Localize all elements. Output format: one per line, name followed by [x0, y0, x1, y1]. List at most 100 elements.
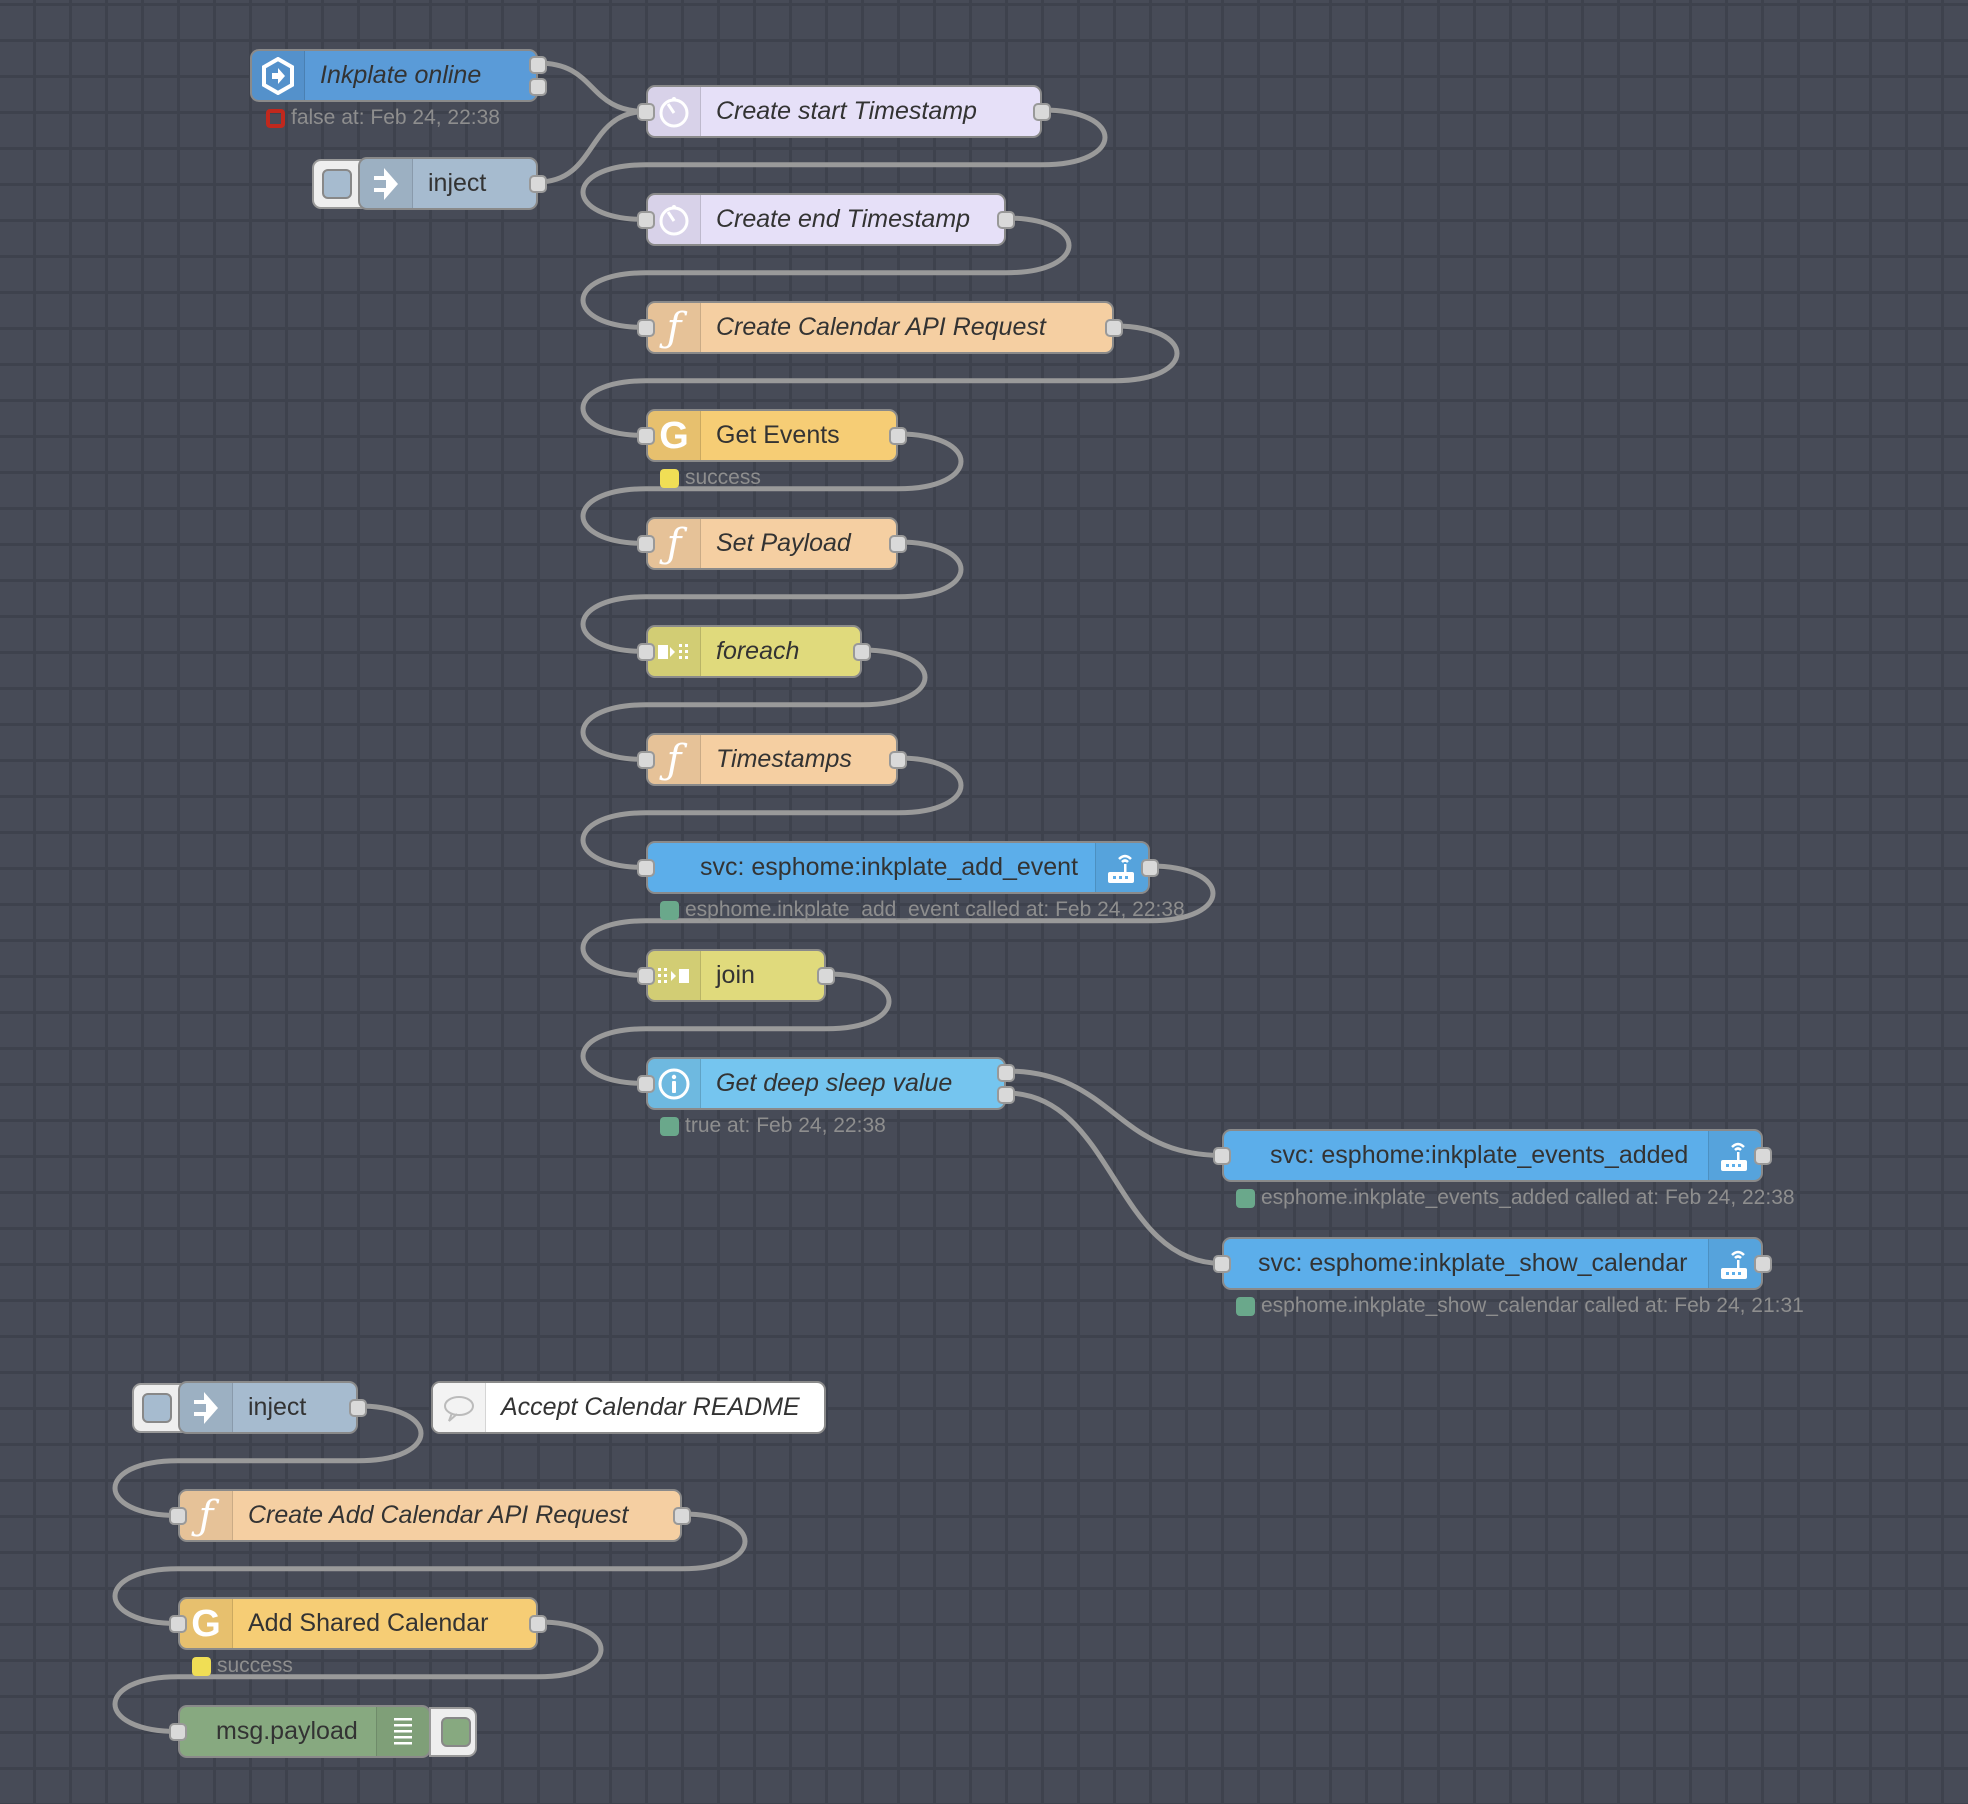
- input-port[interactable]: [637, 103, 655, 121]
- timer-icon: [648, 195, 701, 244]
- node-svc-inkplate-show-calendar[interactable]: svc: esphome:inkplate_show_calendar: [1213, 1237, 1772, 1290]
- node-status: esphome.inkplate_add_event called at: Fe…: [660, 898, 1185, 922]
- status-dot-icon: [660, 1116, 679, 1136]
- node-status: success: [192, 1654, 293, 1678]
- node-svc-inkplate-add-event[interactable]: svc: esphome:inkplate_add_event: [637, 841, 1159, 894]
- debug-toggle-button[interactable]: [429, 1707, 477, 1757]
- wire[interactable]: [537, 60, 647, 114]
- node-create-end-timestamp[interactable]: Create end Timestamp: [637, 193, 1015, 246]
- input-port[interactable]: [637, 427, 655, 445]
- output-port[interactable]: [889, 535, 907, 553]
- status-dot-icon: [1236, 1188, 1255, 1208]
- inject-arrow-icon: [180, 1383, 233, 1432]
- info-icon: [648, 1059, 701, 1108]
- node-debug-msg-payload[interactable]: msg.payload: [169, 1705, 431, 1758]
- output-port[interactable]: [1141, 859, 1159, 877]
- node-label: svc: esphome:inkplate_show_calendar: [1258, 1249, 1688, 1277]
- status-ring-icon: [266, 108, 285, 128]
- output-port[interactable]: [1754, 1255, 1772, 1273]
- node-label: foreach: [716, 637, 800, 665]
- output-port[interactable]: [1105, 319, 1123, 337]
- input-port[interactable]: [1213, 1255, 1231, 1273]
- node-label: Set Payload: [716, 529, 851, 557]
- node-comment-accept-calendar-readme[interactable]: Accept Calendar README: [431, 1381, 826, 1434]
- status-dot-icon: [192, 1656, 211, 1676]
- node-get-deep-sleep-value[interactable]: Get deep sleep value: [637, 1057, 1015, 1110]
- node-label: Create end Timestamp: [716, 205, 971, 233]
- output-port[interactable]: [853, 643, 871, 661]
- node-status: true at: Feb 24, 22:38: [660, 1114, 886, 1138]
- ha-event-icon: [252, 51, 305, 100]
- google-icon: G: [180, 1599, 233, 1648]
- node-set-payload[interactable]: ƒ Set Payload: [637, 517, 907, 570]
- node-join[interactable]: join: [637, 949, 835, 1002]
- node-inkplate-online[interactable]: Inkplate online: [250, 49, 547, 102]
- output-port[interactable]: [529, 1615, 547, 1633]
- input-port[interactable]: [637, 535, 655, 553]
- node-create-add-calendar-api-request[interactable]: ƒ Create Add Calendar API Request: [169, 1489, 691, 1542]
- google-icon: G: [648, 411, 701, 460]
- node-label: Create Calendar API Request: [716, 313, 1046, 341]
- timer-icon: [648, 87, 701, 136]
- node-create-start-timestamp[interactable]: Create start Timestamp: [637, 85, 1051, 138]
- input-port[interactable]: [637, 859, 655, 877]
- wire[interactable]: [1005, 1068, 1223, 1158]
- node-foreach-split[interactable]: foreach: [637, 625, 871, 678]
- output-port[interactable]: [673, 1507, 691, 1525]
- node-create-calendar-api-request[interactable]: ƒ Create Calendar API Request: [637, 301, 1123, 354]
- node-inject[interactable]: inject: [178, 1381, 367, 1434]
- node-status: esphome.inkplate_show_calendar called at…: [1236, 1294, 1804, 1318]
- input-port[interactable]: [169, 1615, 187, 1633]
- input-port[interactable]: [637, 319, 655, 337]
- node-status: esphome.inkplate_events_added called at:…: [1236, 1186, 1795, 1210]
- node-label: Create start Timestamp: [716, 97, 977, 125]
- output-port[interactable]: [997, 1086, 1015, 1104]
- output-port[interactable]: [997, 1064, 1015, 1082]
- node-status: false at: Feb 24, 22:38: [266, 106, 500, 130]
- node-timestamps[interactable]: ƒ Timestamps: [637, 733, 907, 786]
- function-icon: ƒ: [648, 519, 701, 568]
- output-port[interactable]: [1033, 103, 1051, 121]
- node-add-shared-calendar[interactable]: G Add Shared Calendar: [169, 1597, 547, 1650]
- node-label: Timestamps: [716, 745, 852, 773]
- input-port[interactable]: [637, 967, 655, 985]
- wire[interactable]: [1005, 1090, 1223, 1266]
- node-label: inject: [248, 1393, 307, 1421]
- join-icon: [648, 951, 701, 1000]
- node-svc-inkplate-events-added[interactable]: svc: esphome:inkplate_events_added: [1213, 1129, 1772, 1182]
- output-port[interactable]: [997, 211, 1015, 229]
- node-label: inject: [428, 169, 487, 197]
- output-port[interactable]: [529, 175, 547, 193]
- input-port[interactable]: [169, 1723, 187, 1741]
- node-label: Create Add Calendar API Request: [248, 1501, 629, 1529]
- output-port[interactable]: [817, 967, 835, 985]
- input-port[interactable]: [637, 211, 655, 229]
- output-port[interactable]: [349, 1399, 367, 1417]
- output-port[interactable]: [1754, 1147, 1772, 1165]
- node-label: msg.payload: [216, 1717, 358, 1745]
- input-port[interactable]: [637, 751, 655, 769]
- function-icon: ƒ: [648, 735, 701, 784]
- node-label: Inkplate online: [320, 61, 482, 89]
- node-label: svc: esphome:inkplate_add_event: [700, 853, 1079, 881]
- split-icon: [648, 627, 701, 676]
- comment-bubble-icon: [433, 1383, 486, 1432]
- input-port[interactable]: [637, 1075, 655, 1093]
- output-port[interactable]: [529, 56, 547, 74]
- input-port[interactable]: [637, 643, 655, 661]
- node-status: success: [660, 466, 761, 490]
- node-inject[interactable]: inject: [358, 157, 547, 210]
- status-dot-icon: [1236, 1296, 1255, 1316]
- node-label: join: [716, 961, 755, 989]
- output-port[interactable]: [889, 427, 907, 445]
- status-dot-icon: [660, 900, 679, 920]
- input-port[interactable]: [169, 1507, 187, 1525]
- output-port[interactable]: [889, 751, 907, 769]
- output-port[interactable]: [529, 78, 547, 96]
- input-port[interactable]: [1213, 1147, 1231, 1165]
- node-label: Accept Calendar README: [501, 1393, 800, 1421]
- node-label: svc: esphome:inkplate_events_added: [1270, 1141, 1689, 1169]
- wire[interactable]: [537, 109, 647, 185]
- function-icon: ƒ: [648, 303, 701, 352]
- node-get-events[interactable]: G Get Events: [637, 409, 907, 462]
